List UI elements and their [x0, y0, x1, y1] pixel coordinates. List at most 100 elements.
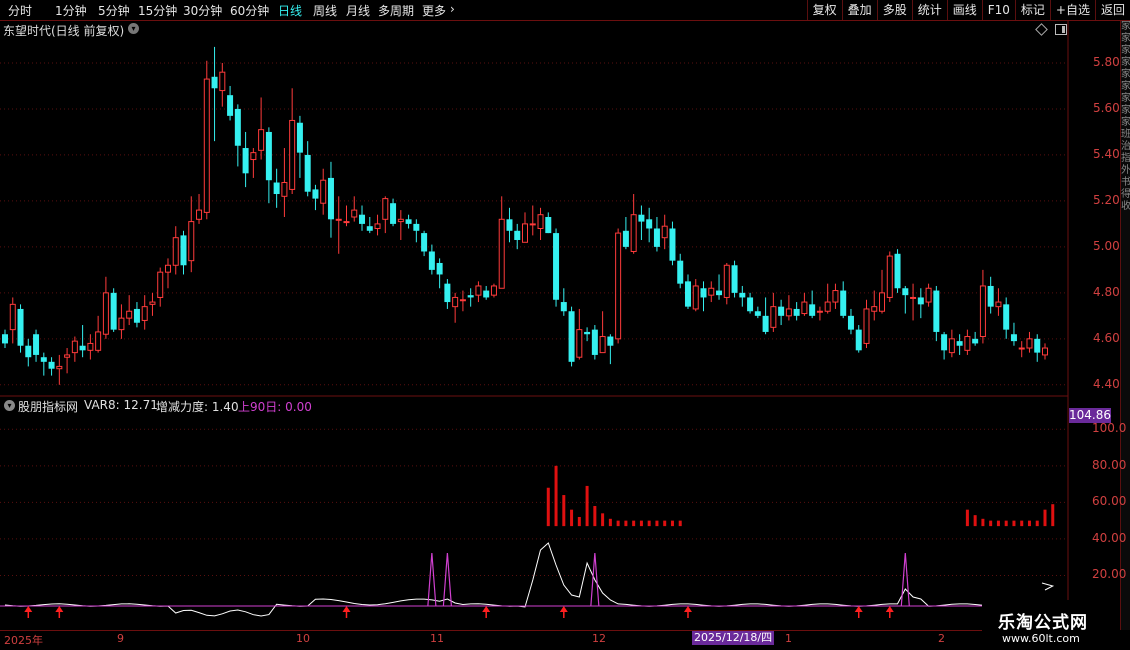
- candle-body: [770, 306, 777, 328]
- candle-body: [731, 265, 738, 293]
- indicator-purple-spike: [427, 552, 437, 607]
- indicator-tick-label: 100.0: [1092, 421, 1127, 436]
- candle-body: [871, 306, 878, 312]
- date-tick-label: 1: [785, 632, 792, 645]
- candle-body: [17, 308, 24, 346]
- candle-body: [700, 288, 707, 298]
- candle-body: [607, 336, 614, 346]
- watermark: 乐淘公式网 www.60lt.com: [982, 600, 1120, 650]
- indicator-bar: [601, 513, 605, 527]
- candle-body: [211, 76, 218, 89]
- candle-body: [560, 302, 567, 312]
- indicator-bar: [624, 520, 628, 527]
- candle-body: [320, 179, 327, 204]
- indicator-bar: [1043, 509, 1047, 527]
- candle-body: [1018, 347, 1025, 350]
- candle-body: [258, 129, 265, 151]
- candle-body: [793, 308, 800, 316]
- candle-body: [475, 285, 482, 296]
- candle-body: [917, 297, 924, 305]
- indicator-bar: [554, 465, 558, 527]
- candle-body: [840, 290, 847, 316]
- price-tick-label: 5.40: [1093, 146, 1120, 161]
- indicator-bar: [546, 487, 550, 527]
- candle-body: [359, 214, 366, 224]
- candle-body: [646, 219, 653, 229]
- candle-body: [1010, 334, 1017, 342]
- candle-body: [149, 301, 156, 305]
- indicator-bar: [1004, 520, 1008, 527]
- indicator-white-line-tail: [1041, 582, 1055, 591]
- candle-body: [9, 303, 16, 331]
- indicator-bar: [996, 520, 1000, 527]
- candle-body: [79, 345, 86, 351]
- candle-body: [987, 285, 994, 307]
- candle-body: [281, 182, 288, 197]
- candle-body: [40, 357, 47, 362]
- candle-body: [816, 310, 823, 313]
- candle-body: [133, 308, 140, 323]
- candle-body: [785, 308, 792, 317]
- candle-body: [964, 336, 971, 351]
- date-tick-label: 11: [430, 632, 444, 645]
- indicator-bar: [965, 509, 969, 527]
- candle-body: [102, 292, 109, 335]
- watermark-url: www.60lt.com: [1002, 632, 1080, 645]
- candle-body: [568, 311, 575, 362]
- signal-arrow-head: [55, 606, 64, 612]
- indicator-bar: [981, 518, 985, 527]
- chart-canvas[interactable]: [0, 0, 1130, 650]
- candle-body: [739, 292, 746, 298]
- chevron-down-icon[interactable]: ▾: [4, 400, 15, 411]
- candle-body: [522, 223, 528, 243]
- signal-arrow-head: [885, 606, 894, 612]
- indicator-bar: [616, 520, 620, 527]
- candle-body: [553, 233, 560, 300]
- date-tick-label: 12: [592, 632, 606, 645]
- candle-body: [894, 253, 901, 289]
- indicator-bar: [632, 520, 636, 527]
- candle-body: [374, 223, 381, 229]
- price-tick-label: 5.20: [1093, 192, 1120, 207]
- candle-body: [467, 295, 474, 298]
- price-tick-label: 5.00: [1093, 238, 1120, 253]
- candle-body: [397, 218, 404, 223]
- candle-body: [708, 287, 715, 296]
- up90-value: 上90日: 0.00: [238, 400, 312, 414]
- candle-body: [273, 182, 280, 195]
- candle-body: [692, 285, 699, 310]
- candle-body: [33, 334, 40, 355]
- indicator-name: 股朋指标网: [18, 400, 79, 414]
- candle-body: [933, 290, 940, 332]
- indicator-purple-spike: [442, 552, 452, 607]
- candle-body: [801, 301, 808, 315]
- var8-value: VAR8: 12.71: [84, 398, 158, 412]
- candle-body: [141, 306, 148, 321]
- candle-body: [164, 264, 171, 273]
- candle-body: [1003, 304, 1010, 330]
- candle-body: [677, 260, 684, 284]
- candle-body: [1034, 338, 1041, 353]
- candle-body: [413, 223, 420, 231]
- candle-body: [638, 214, 645, 222]
- candle-body: [1042, 347, 1048, 356]
- indicator-tick-label: 40.00: [1092, 530, 1127, 545]
- candle-body: [615, 232, 622, 340]
- candle-body: [747, 297, 754, 312]
- indicator-bar: [1020, 520, 1024, 527]
- indicator-bar: [593, 506, 597, 527]
- candle-body: [203, 78, 210, 213]
- candle-body: [514, 230, 521, 240]
- price-tick-label: 4.40: [1093, 376, 1120, 391]
- candle-body: [436, 262, 443, 275]
- candle-body: [995, 301, 1002, 308]
- indicator-bar: [663, 520, 667, 527]
- price-tick-label: 5.80: [1093, 54, 1120, 69]
- candle-body: [498, 218, 505, 289]
- date-tick-label: 2: [938, 632, 945, 645]
- candle-body: [126, 310, 133, 319]
- candle-body: [529, 223, 536, 226]
- candle-body: [979, 285, 986, 338]
- candle-body: [506, 219, 513, 231]
- indicator-bar: [1035, 520, 1039, 527]
